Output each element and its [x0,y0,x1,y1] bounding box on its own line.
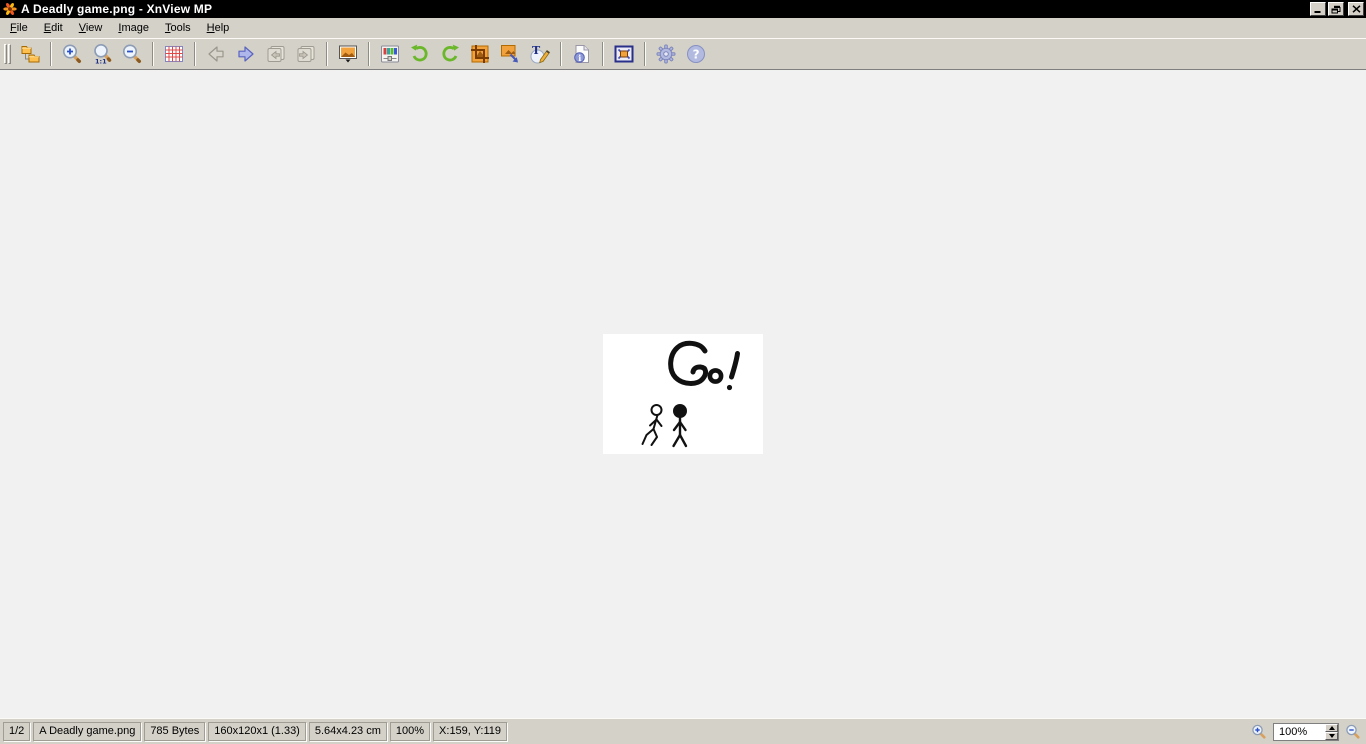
status-page-index: 1/2 [3,722,31,741]
rotate-right-button[interactable] [435,40,465,68]
menu-bar: File Edit View Image Tools Help [0,18,1366,38]
menu-view[interactable]: View [72,20,110,36]
last-page-icon [297,46,315,62]
zoom-1-1-icon: 1:1 [94,44,112,66]
resize-button[interactable] [495,40,525,68]
crop-button[interactable] [465,40,495,68]
adjust-colors-icon [381,45,399,63]
status-dimensions: 160x120x1 (1.33) [208,722,306,741]
previous-image-button[interactable] [201,40,231,68]
thumbnail-grid-button[interactable] [159,40,189,68]
settings-gear-icon [656,44,676,64]
image-canvas[interactable] [0,70,1366,718]
title-bar: A Deadly game.png - XnView MP [0,0,1366,18]
svg-text:T: T [532,44,541,57]
browser-button[interactable] [15,40,45,68]
help-icon: ? [687,45,705,63]
rotate-right-icon [442,44,459,62]
window-title: A Deadly game.png - XnView MP [21,2,213,16]
status-file-size: 785 Bytes [144,722,206,741]
adjust-colors-button[interactable] [375,40,405,68]
close-button[interactable] [1348,2,1364,16]
resize-icon [501,45,518,63]
status-zoom-percent: 100% [389,722,431,741]
status-cursor-position: X:159, Y:119 [433,722,508,741]
status-zoom-out-button[interactable] [1344,723,1362,741]
xnview-window: A Deadly game.png - XnView MP File Edit … [0,0,1366,744]
menu-image[interactable]: Image [111,20,156,36]
svg-text:i: i [578,53,581,63]
menu-help[interactable]: Help [200,20,237,36]
status-zoom-in-button[interactable] [1250,723,1268,741]
go-text [668,340,740,391]
settings-button[interactable] [651,40,681,68]
spin-up-icon [1328,725,1335,730]
next-image-button[interactable] [231,40,261,68]
toolbar-separator [368,42,370,66]
toolbar: 1:1 T i ? [0,38,1366,70]
close-icon [1351,5,1361,13]
status-filename: A Deadly game.png [33,722,142,741]
zoom-in-small-icon [1252,724,1266,739]
next-image-icon [238,46,254,62]
zoom-spin-down-button[interactable] [1325,731,1338,740]
crop-icon [471,45,489,63]
toolbar-separator [152,42,154,66]
rotate-left-icon [411,44,428,62]
first-page-icon [267,46,285,62]
stick-figure-running [641,404,663,446]
zoom-in-icon [63,44,81,63]
svg-text:1:1: 1:1 [95,58,107,66]
toolbar-grip[interactable] [4,44,11,64]
zoom-out-icon [123,44,141,63]
toolbar-separator [50,42,52,66]
first-page-button[interactable] [261,40,291,68]
slideshow-icon [339,45,357,63]
last-page-button[interactable] [291,40,321,68]
help-button[interactable]: ? [681,40,711,68]
browser-icon [21,46,40,63]
zoom-spin-up-button[interactable] [1325,723,1338,732]
menu-edit[interactable]: Edit [37,20,70,36]
status-print-size: 5.64x4.23 cm [308,722,387,741]
thumbnail-grid-icon [165,46,183,62]
minimize-button[interactable] [1310,2,1326,16]
toolbar-separator [194,42,196,66]
minimize-icon [1314,10,1321,13]
add-text-icon: T [530,44,551,64]
zoom-level-input[interactable] [1274,723,1325,740]
zoom-out-small-icon [1346,724,1360,739]
svg-text:?: ? [693,48,700,62]
restore-button[interactable] [1328,2,1344,16]
xnview-logo-icon [3,3,17,15]
add-text-button[interactable]: T [525,40,555,68]
toolbar-separator [602,42,604,66]
toolbar-separator [644,42,646,66]
zoom-spinner [1325,723,1338,740]
zoom-out-button[interactable] [117,40,147,68]
zoom-in-button[interactable] [57,40,87,68]
drawing-go [641,340,740,448]
menu-tools[interactable]: Tools [158,20,198,36]
zoom-1-1-button[interactable]: 1:1 [87,40,117,68]
rotate-left-button[interactable] [405,40,435,68]
status-bar: 1/2 A Deadly game.png 785 Bytes 160x120x… [0,718,1366,744]
menu-file[interactable]: File [3,20,35,36]
status-zoom-controls [1250,722,1363,741]
previous-image-icon [208,46,224,62]
image-info-button[interactable]: i [567,40,597,68]
stick-figure-filled [672,404,688,448]
toolbar-separator [560,42,562,66]
zoom-level-control [1273,722,1339,741]
viewed-image[interactable] [603,334,763,454]
fullscreen-button[interactable] [609,40,639,68]
fullscreen-icon [614,45,634,63]
toolbar-separator [326,42,328,66]
spin-down-icon [1328,733,1335,738]
restore-icon [1331,5,1341,13]
window-controls [1310,2,1364,16]
slideshow-button[interactable] [333,40,363,68]
image-info-icon: i [574,45,589,63]
